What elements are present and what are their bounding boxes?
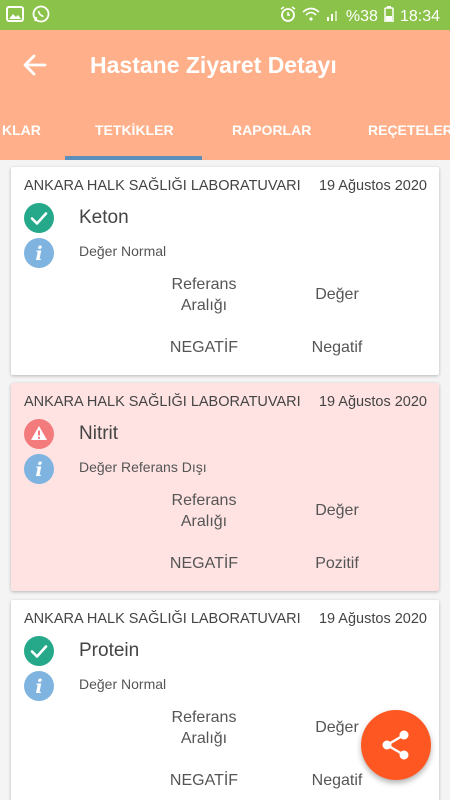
arrow-left-icon[interactable] [20,50,50,80]
test-name: Protein [79,640,140,661]
value-label: Değer [315,502,359,519]
check-icon [24,636,54,666]
share-icon [382,730,409,760]
svg-text:i: i [35,676,42,698]
result-card[interactable]: ANKARA HALK SAĞLIĞI LABORATUVARI 19 Ağus… [11,383,439,591]
lab-name: ANKARA HALK SAĞLIĞI LABORATUVARI [24,394,301,410]
wifi-icon [302,7,320,26]
result-note: Değer Normal [79,243,167,259]
page-title: Hastane Ziyaret Detayı [90,52,337,78]
battery-icon [384,6,394,27]
tab-indicator [65,156,202,160]
tab-partial-left[interactable]: KLAR [2,122,41,138]
tab-tetkikler[interactable]: TETKİKLER [95,122,174,138]
reference-range-label: Referans Aralığı [171,492,237,530]
image-icon [6,5,24,28]
result-value: Pozitif [315,555,359,572]
tab-bar: KLAR TETKİKLER RAPORLAR REÇETELER [0,100,450,160]
reference-range-label: Referans Aralığı [171,276,237,314]
info-icon: i [24,238,54,268]
signal-icon [326,7,340,26]
result-date: 19 Ağustos 2020 [318,394,427,410]
whatsapp-icon [32,5,50,28]
tab-raporlar[interactable]: RAPORLAR [232,122,311,138]
clock: 18:34 [399,7,440,25]
result-note: Değer Referans Dışı [79,459,207,475]
info-icon: i [24,671,54,701]
test-name: Nitrit [79,423,119,444]
share-button[interactable] [361,710,431,780]
test-name: Keton [79,207,129,228]
result-value: Negatif [311,772,363,789]
result-note: Değer Normal [79,676,167,692]
result-card[interactable]: ANKARA HALK SAĞLIĞI LABORATUVARI 19 Ağus… [11,167,439,375]
svg-text:i: i [35,459,42,481]
reference-range-value: NEGATİF [169,555,239,572]
svg-text:i: i [35,243,42,265]
warning-icon [24,419,54,449]
result-date: 19 Ağustos 2020 [318,611,427,627]
info-icon: i [24,454,54,484]
alarm-icon [280,6,296,27]
lab-name: ANKARA HALK SAĞLIĞI LABORATUVARI [24,611,301,627]
tab-receteler[interactable]: REÇETELER [368,122,450,138]
reference-range-value: NEGATİF [169,339,239,356]
reference-range-value: NEGATİF [169,772,239,789]
lab-name: ANKARA HALK SAĞLIĞI LABORATUVARI [24,178,301,194]
status-bar: %38 18:34 [0,0,450,30]
check-icon [24,203,54,233]
result-date: 19 Ağustos 2020 [318,178,427,194]
value-label: Değer [315,286,359,303]
battery-percent: %38 [345,7,378,25]
app-bar: Hastane Ziyaret Detayı [0,30,450,100]
result-value: Negatif [311,339,363,356]
reference-range-label: Referans Aralığı [171,709,237,747]
